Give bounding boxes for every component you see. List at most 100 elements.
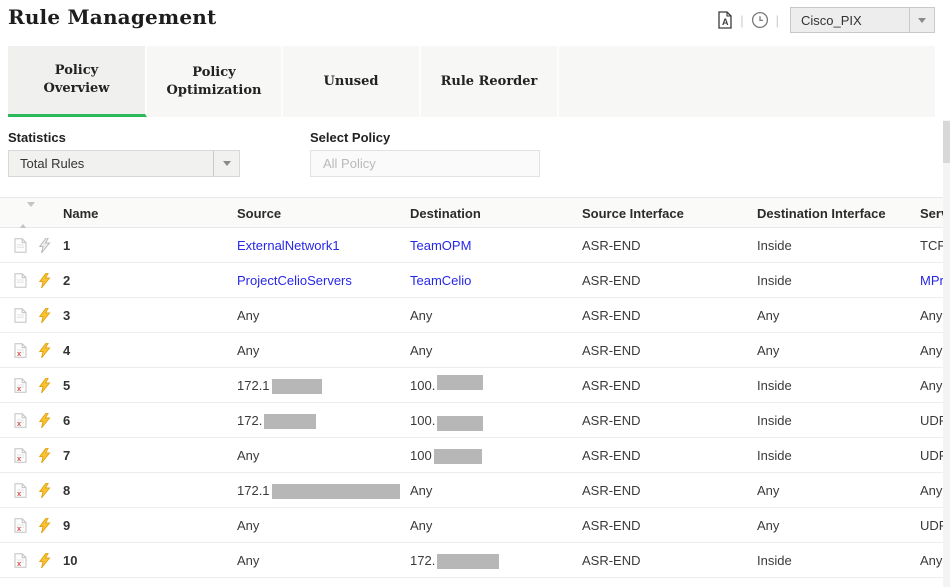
document-error-icon[interactable]: x: [14, 553, 27, 573]
tab-bar-filler: [559, 46, 935, 117]
cell-destination-interface: Any: [757, 333, 779, 368]
chevron-down-icon[interactable]: [213, 151, 239, 176]
cell-name: 8: [63, 473, 70, 508]
page-title: Rule Management: [8, 5, 216, 29]
select-policy-input[interactable]: [310, 150, 540, 177]
lightning-yellow-icon[interactable]: [38, 273, 51, 293]
lightning-gray-icon[interactable]: [38, 238, 51, 258]
rules-table: Name Source Destination Source Interface…: [0, 197, 943, 578]
cell-source-interface: ASR-END: [582, 263, 641, 298]
cell-source[interactable]: ExternalNetwork1: [237, 228, 340, 263]
cell-service: UDP: [920, 403, 943, 438]
cell-name: 9: [63, 508, 70, 543]
lightning-yellow-icon[interactable]: [38, 308, 51, 328]
redaction-box: [264, 414, 316, 429]
col-header-source[interactable]: Source: [237, 198, 281, 229]
document-error-icon[interactable]: x: [14, 483, 27, 503]
cell-service: TCP: [920, 228, 943, 263]
cell-destination-interface: Inside: [757, 543, 792, 578]
cell-destination[interactable]: TeamCelio: [410, 263, 471, 298]
document-error-icon[interactable]: x: [14, 378, 27, 398]
cell-destination: Any: [410, 298, 432, 333]
cell-source: Any: [237, 438, 259, 473]
cell-source-interface: ASR-END: [582, 438, 641, 473]
document-error-icon[interactable]: x: [14, 413, 27, 433]
table-row: x 6172.100.ASR-ENDInsideUDP: [0, 403, 943, 438]
col-header-destination-interface[interactable]: Destination Interface: [757, 198, 886, 229]
col-header-service[interactable]: Service: [920, 198, 943, 229]
cell-name: 5: [63, 368, 70, 403]
cell-service: UDP: [920, 438, 943, 473]
cell-source-interface: ASR-END: [582, 298, 641, 333]
cell-source-interface: ASR-END: [582, 508, 641, 543]
svg-text:A: A: [722, 17, 729, 27]
vertical-scrollbar[interactable]: [943, 120, 950, 587]
lightning-yellow-icon[interactable]: [38, 378, 51, 398]
cell-destination: 100.: [410, 368, 483, 403]
lightning-yellow-icon[interactable]: [38, 343, 51, 363]
document-icon[interactable]: [14, 238, 27, 258]
lightning-yellow-icon[interactable]: [38, 553, 51, 573]
redaction-box: [272, 379, 322, 394]
tab-policy-overview[interactable]: Policy Overview: [8, 46, 147, 117]
col-header-name[interactable]: Name: [63, 198, 98, 229]
cell-source: Any: [237, 543, 259, 578]
cell-name: 4: [63, 333, 70, 368]
pdf-export-icon[interactable]: A: [717, 11, 733, 29]
lightning-yellow-icon[interactable]: [38, 483, 51, 503]
cell-source: 172.: [237, 403, 316, 438]
cell-source[interactable]: ProjectCelioServers: [237, 263, 352, 298]
tab-unused[interactable]: Unused: [283, 46, 421, 117]
cell-destination-interface: Inside: [757, 228, 792, 263]
table-row: x 8172.1AnyASR-ENDAnyAny: [0, 473, 943, 508]
cell-name: 3: [63, 298, 70, 333]
cell-service: Any: [920, 543, 942, 578]
device-selector-value: Cisco_PIX: [791, 8, 909, 32]
cell-destination: Any: [410, 473, 432, 508]
redaction-box: [434, 449, 482, 464]
lightning-yellow-icon[interactable]: [38, 448, 51, 468]
cell-source: Any: [237, 333, 259, 368]
chevron-down-icon[interactable]: [909, 8, 934, 32]
cell-destination: 100: [410, 438, 482, 473]
cell-name: 2: [63, 263, 70, 298]
statistics-dropdown[interactable]: Total Rules: [8, 150, 240, 177]
col-header-source-interface[interactable]: Source Interface: [582, 198, 684, 229]
table-row: 3AnyAnyASR-ENDAnyAny: [0, 298, 943, 333]
cell-service[interactable]: MPr: [920, 263, 943, 298]
lightning-yellow-icon[interactable]: [38, 413, 51, 433]
cell-name: 7: [63, 438, 70, 473]
document-icon[interactable]: [14, 308, 27, 328]
tab-rule-reorder[interactable]: Rule Reorder: [421, 46, 559, 117]
cell-service: UDP: [920, 508, 943, 543]
cell-source-interface: ASR-END: [582, 403, 641, 438]
cell-source: Any: [237, 298, 259, 333]
document-icon[interactable]: [14, 273, 27, 293]
cell-destination: Any: [410, 333, 432, 368]
cell-destination-interface: Inside: [757, 438, 792, 473]
cell-destination[interactable]: TeamOPM: [410, 228, 471, 263]
sort-arrows-icon[interactable]: [19, 207, 35, 225]
cell-name: 1: [63, 228, 70, 263]
document-error-icon[interactable]: x: [14, 343, 27, 363]
col-header-destination[interactable]: Destination: [410, 198, 481, 229]
clock-icon[interactable]: [751, 11, 769, 29]
tab-policy-optimization[interactable]: Policy Optimization: [147, 46, 283, 117]
cell-service: Any: [920, 473, 942, 508]
cell-destination-interface: Any: [757, 473, 779, 508]
table-body: 1 ExternalNetwork1 TeamOPM ASR-END Inside TCP…: [0, 228, 943, 578]
scrollbar-thumb[interactable]: [943, 121, 950, 163]
table-row: x 9AnyAnyASR-ENDAnyUDP: [0, 508, 943, 543]
lightning-yellow-icon[interactable]: [38, 518, 51, 538]
table-header: Name Source Destination Source Interface…: [0, 197, 943, 228]
cell-source-interface: ASR-END: [582, 228, 641, 263]
tab-bar: Policy Overview Policy Optimization Unus…: [8, 46, 935, 117]
document-error-icon[interactable]: x: [14, 448, 27, 468]
redaction-box: [437, 554, 499, 569]
cell-destination-interface: Inside: [757, 403, 792, 438]
redaction-box: [272, 484, 400, 499]
redaction-box: [437, 416, 483, 431]
device-selector-dropdown[interactable]: Cisco_PIX: [790, 7, 935, 33]
select-policy-label: Select Policy: [310, 130, 390, 145]
document-error-icon[interactable]: x: [14, 518, 27, 538]
